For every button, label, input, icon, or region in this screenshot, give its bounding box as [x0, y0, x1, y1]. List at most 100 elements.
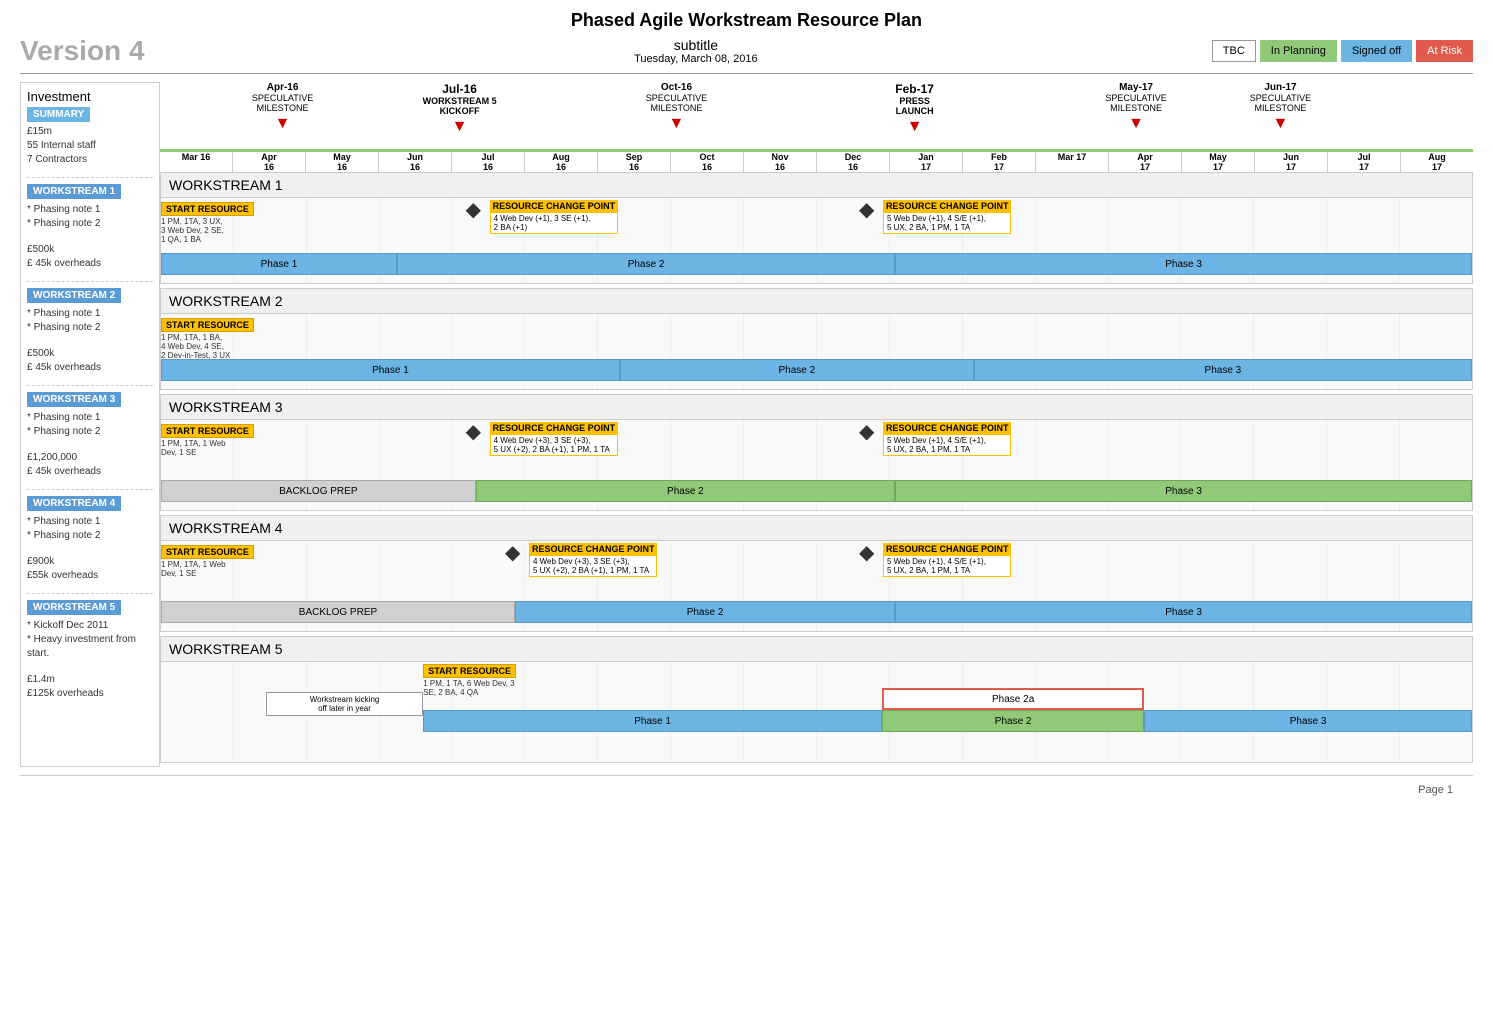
ws5-phase3-bar: Phase 3 [1144, 710, 1472, 732]
milestone-jun17-arrow: ▼ [1250, 115, 1311, 133]
milestone-may17-sub1: SPECULATIVE [1105, 93, 1166, 103]
status-at-risk[interactable]: At Risk [1416, 40, 1473, 62]
ws4-start-resource: START RESOURCE 1 PM, 1TA, 1 WebDev, 1 SE [161, 545, 254, 578]
ws5-start-resource-label[interactable]: START RESOURCE [423, 664, 516, 678]
ws1-start-resource: START RESOURCE 1 PM, 1TA, 3 UX,3 Web Dev… [161, 202, 254, 244]
ws5-start-resource: START RESOURCE 1 PM, 1 TA, 6 Web Dev, 3S… [423, 664, 516, 697]
milestone-jul16: Jul-16 WORKSTREAM 5 KICKOFF ▼ [423, 82, 497, 136]
ws5-costs: £1.4m£125k overheads [27, 673, 153, 701]
ws3-rcp1-diamond: ◆ [466, 422, 481, 442]
ws3-left: WORKSTREAM 3 * Phasing note 1* Phasing n… [27, 392, 153, 479]
month-oct16: Oct16 [671, 152, 744, 172]
month-jun17: Jun17 [1255, 152, 1328, 172]
milestone-jun17-sub2: MILESTONE [1250, 103, 1311, 113]
gantt-area: Apr-16 SPECULATIVE MILESTONE ▼ Jul-16 WO… [160, 82, 1473, 767]
ws5-gantt: Workstream kickingoff later in year STAR… [161, 662, 1472, 762]
main-title: Phased Agile Workstream Resource Plan [20, 10, 1473, 31]
header-date: Tuesday, March 08, 2016 [180, 53, 1212, 65]
ws1-rcp1: ◆ RESOURCE CHANGE POINT 4 Web Dev (+1), … [476, 200, 619, 234]
ws5-phase2-bar: Phase 2 [882, 710, 1144, 732]
subtitle: subtitle [180, 37, 1212, 53]
ws1-rcp2-detail: 5 Web Dev (+1), 4 S/E (+1),5 UX, 2 BA, 1… [883, 212, 1012, 234]
divider-5 [27, 593, 153, 594]
ws4-rcp2: ◆ RESOURCE CHANGE POINT 5 Web Dev (+1), … [869, 543, 1012, 577]
ws4-phase3-label: Phase 3 [1165, 607, 1202, 618]
ws2-section: WORKSTREAM 2 START [160, 288, 1473, 390]
milestone-jul16-arrow: ▼ [423, 118, 497, 136]
timeline-header-area: Apr-16 SPECULATIVE MILESTONE ▼ Jul-16 WO… [160, 82, 1473, 172]
status-signed-off[interactable]: Signed off [1341, 40, 1412, 62]
ws3-resource-text: 1 PM, 1TA, 1 WebDev, 1 SE [161, 439, 254, 457]
month-may17: May17 [1182, 152, 1255, 172]
ws1-title: WORKSTREAM 1 [161, 173, 1472, 198]
milestone-apr16: Apr-16 SPECULATIVE MILESTONE ▼ [252, 82, 313, 133]
ws4-phase3-bar: Phase 3 [895, 601, 1472, 623]
ws3-phase3-label: Phase 3 [1165, 486, 1202, 497]
page: Phased Agile Workstream Resource Plan Ve… [0, 0, 1493, 1029]
milestone-may17-arrow: ▼ [1105, 115, 1166, 133]
ws1-rcp2-diamond: ◆ [859, 200, 874, 220]
ws5-phase1-label: Phase 1 [634, 716, 671, 727]
ws4-section: WORKSTREAM 4 START [160, 515, 1473, 632]
ws3-rcp1-title: RESOURCE CHANGE POINT [490, 422, 619, 434]
ws2-phase2-label: Phase 2 [778, 365, 815, 376]
ws1-gantt: START RESOURCE 1 PM, 1TA, 3 UX,3 Web Dev… [161, 198, 1472, 283]
ws3-rcp2-title: RESOURCE CHANGE POINT [883, 422, 1012, 434]
status-in-planning[interactable]: In Planning [1260, 40, 1337, 62]
page-number: Page 1 [1418, 784, 1453, 796]
ws1-start-resource-label[interactable]: START RESOURCE [161, 202, 254, 216]
ws3-rcp2-detail: 5 Web Dev (+1), 4 S/E (+1),5 UX, 2 BA, 1… [883, 434, 1012, 456]
ws2-start-resource-label[interactable]: START RESOURCE [161, 318, 254, 332]
ws4-resource-text: 1 PM, 1TA, 1 WebDev, 1 SE [161, 560, 254, 578]
milestone-feb17-label: Feb-17 [895, 82, 934, 96]
ws3-phase2-label: Phase 2 [667, 486, 704, 497]
ws1-rcp1-detail: 4 Web Dev (+1), 3 SE (+1),2 BA (+1) [490, 212, 619, 234]
ws5-phase2a-bar: Phase 2a [882, 688, 1144, 710]
divider-2 [27, 281, 153, 282]
ws1-phase3-label: Phase 3 [1165, 259, 1202, 270]
ws1-phase1-bar: Phase 1 [161, 253, 397, 275]
ws1-rcp2: ◆ RESOURCE CHANGE POINT 5 Web Dev (+1), … [869, 200, 1012, 234]
ws5-notes: * Kickoff Dec 2011* Heavy investment fro… [27, 619, 153, 661]
ws1-phase2-bar: Phase 2 [397, 253, 895, 275]
ws2-phase3-label: Phase 3 [1205, 365, 1242, 376]
ws2-left: WORKSTREAM 2 * Phasing note 1* Phasing n… [27, 288, 153, 375]
status-tbc[interactable]: TBC [1212, 40, 1256, 62]
ws1-phase1-label: Phase 1 [261, 259, 298, 270]
month-jul16: Jul16 [452, 152, 525, 172]
ws1-phase3-bar: Phase 3 [895, 253, 1472, 275]
ws4-phase2-label: Phase 2 [687, 607, 724, 618]
ws1-notes: * Phasing note 1* Phasing note 2 [27, 203, 153, 231]
milestone-jun17: Jun-17 SPECULATIVE MILESTONE ▼ [1250, 82, 1311, 133]
ws1-resource-text: 1 PM, 1TA, 3 UX,3 Web Dev, 2 SE,1 QA, 1 … [161, 217, 254, 244]
ws3-rcp1: ◆ RESOURCE CHANGE POINT 4 Web Dev (+3), … [476, 422, 619, 456]
ws4-label: WORKSTREAM 4 [27, 496, 121, 511]
month-labels: Mar 16 Apr16 May16 Jun16 Jul16 Aug16 Sep… [160, 152, 1473, 172]
summary-label: SUMMARY [27, 107, 90, 122]
left-panel: Investment SUMMARY £15m55 Internal staff… [20, 82, 160, 767]
ws4-rcp1: ◆ RESOURCE CHANGE POINT 4 Web Dev (+3), … [515, 543, 658, 577]
month-sep16: Sep16 [598, 152, 671, 172]
header-center: subtitle Tuesday, March 08, 2016 [180, 37, 1212, 65]
ws1-rcp1-title: RESOURCE CHANGE POINT [490, 200, 619, 212]
month-jan17: Jan17 [890, 152, 963, 172]
ws5-phase3-label: Phase 3 [1290, 716, 1327, 727]
ws4-notes: * Phasing note 1* Phasing note 2 [27, 515, 153, 543]
ws5-phase2a-label: Phase 2a [992, 694, 1034, 705]
milestone-jul16-sub1: WORKSTREAM 5 [423, 96, 497, 106]
milestone-oct16-arrow: ▼ [646, 115, 707, 133]
summary-details: £15m55 Internal staff7 Contractors [27, 125, 153, 167]
ws4-backlog-prep-label: BACKLOG PREP [299, 607, 377, 618]
ws5-resource-text: 1 PM, 1 TA, 6 Web Dev, 3SE, 2 BA, 4 QA [423, 679, 516, 697]
ws1-rcp2-title: RESOURCE CHANGE POINT [883, 200, 1012, 212]
milestone-feb17-sub2: LAUNCH [895, 106, 934, 116]
milestone-may17-sub2: MILESTONE [1105, 103, 1166, 113]
ws4-start-resource-label[interactable]: START RESOURCE [161, 545, 254, 559]
milestone-oct16: Oct-16 SPECULATIVE MILESTONE ▼ [646, 82, 707, 133]
milestone-oct16-sub1: SPECULATIVE [646, 93, 707, 103]
milestone-apr16-arrow: ▼ [252, 115, 313, 133]
milestone-jun17-label: Jun-17 [1250, 82, 1311, 93]
ws3-start-resource-label[interactable]: START RESOURCE [161, 424, 254, 438]
divider-4 [27, 489, 153, 490]
ws3-gantt: START RESOURCE 1 PM, 1TA, 1 WebDev, 1 SE… [161, 420, 1472, 510]
